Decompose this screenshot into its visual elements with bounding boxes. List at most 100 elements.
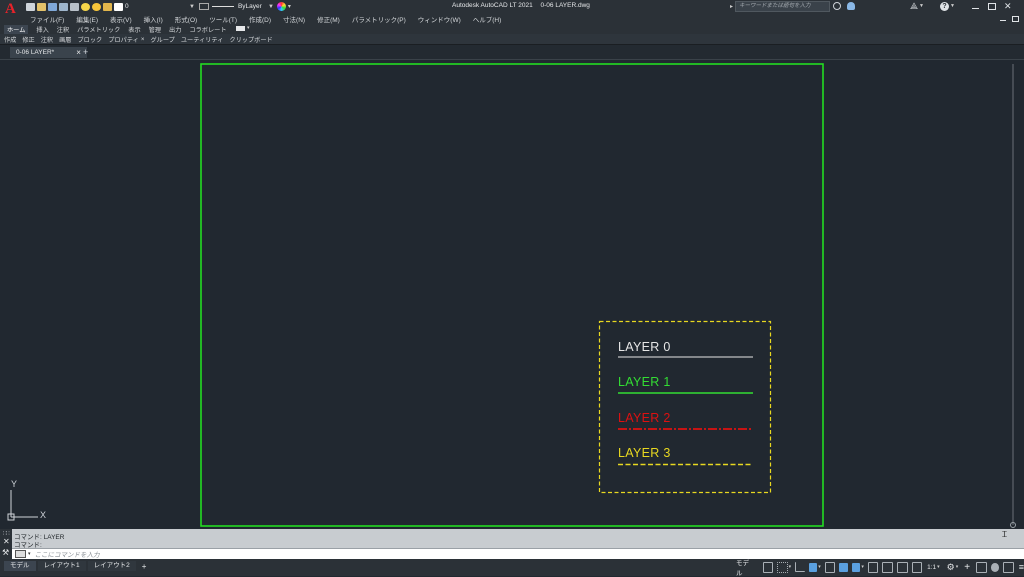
help-icon[interactable]: ? (939, 1, 949, 11)
gear-icon[interactable]: ⚙ (947, 562, 955, 573)
ribbon-toggle-icon[interactable] (236, 26, 245, 31)
customize-icon[interactable]: ▾ (288, 3, 291, 10)
layout-tab-2[interactable]: レイアウト2 (87, 561, 136, 571)
chevron-down-icon[interactable]: ▾ (861, 564, 864, 570)
restore-icon[interactable] (987, 2, 996, 10)
ribbon-panel-6[interactable]: グループ (150, 35, 174, 44)
save-icon[interactable] (48, 2, 57, 11)
exchange-icon[interactable]: ⟁ (910, 1, 918, 12)
menu-item-9[interactable]: パラメトリック(P) (352, 14, 406, 24)
chevron-down-icon[interactable]: ▾ (247, 25, 250, 31)
ribbon-panel-2[interactable]: 注釈 (41, 35, 53, 44)
chevron-down-icon[interactable]: ▾ (956, 564, 959, 570)
minimize-icon[interactable] (971, 8, 979, 9)
command-side-bar: ∷∷ ✕ ⚒ (0, 529, 12, 559)
menu-item-3[interactable]: 挿入(I) (144, 14, 163, 24)
chevron-down-icon[interactable]: ▼ (950, 3, 955, 9)
ribbon-panel-1[interactable]: 修正 (22, 35, 34, 44)
document-tab-active[interactable]: 0-06 LAYER* × (10, 47, 87, 58)
plus-icon[interactable]: + (964, 562, 970, 573)
ribbon-panel-3[interactable]: 画層 (59, 35, 71, 44)
print-icon[interactable] (70, 2, 79, 11)
new-icon[interactable] (26, 2, 35, 11)
polar-icon[interactable] (808, 562, 818, 572)
hardware-acceleration-icon[interactable] (990, 562, 1000, 572)
close-icon[interactable]: × (76, 48, 81, 57)
ribbon-panel-4[interactable]: ブロック (78, 35, 103, 44)
menu-item-0[interactable]: ファイル(F) (30, 14, 64, 24)
layout-tab-1[interactable]: レイアウト1 (37, 561, 86, 571)
chevron-down-icon[interactable]: ▾ (28, 551, 31, 557)
drawing-canvas[interactable]: LAYER 0 LAYER 1 LAYER 2 LAYER 3 Y X (0, 60, 1024, 529)
menu-item-4[interactable]: 形式(O) (175, 14, 197, 24)
chevron-down-icon[interactable]: ▼ (268, 4, 274, 10)
wrench-icon[interactable]: ⚒ (2, 548, 9, 557)
menu-item-2[interactable]: 表示(V) (110, 14, 132, 24)
ribbon-panel-8[interactable]: クリップボード (229, 35, 272, 44)
ribbon-tab-0[interactable]: ホーム (4, 24, 29, 34)
ortho-icon[interactable] (795, 562, 805, 572)
menu-item-6[interactable]: 作成(D) (249, 14, 271, 24)
legend-label-layer-1: LAYER 1 (618, 375, 671, 389)
ribbon-panel-0[interactable]: 作成 (4, 35, 16, 44)
snap-icon[interactable] (777, 561, 788, 573)
add-layout-icon[interactable]: + (142, 562, 147, 571)
isolate-objects-icon[interactable] (976, 561, 987, 573)
ribbon-panel-5[interactable]: プロパティ (108, 35, 139, 44)
command-input[interactable]: ここにコマンドを入力 (35, 549, 100, 559)
chevron-down-icon[interactable]: ▾ (937, 564, 940, 570)
ribbon-tab-6[interactable]: 出力 (169, 25, 181, 34)
search-input[interactable]: キーワードまたは語句を入力 (735, 0, 831, 12)
customization-icon[interactable]: ≡ (1019, 562, 1024, 572)
model-space-label[interactable]: モデル (736, 557, 755, 577)
new-tab-icon[interactable]: + (83, 47, 88, 57)
ribbon-tab-1[interactable]: 挿入 (36, 25, 48, 34)
ribbon-tab-7[interactable]: コラボレート (189, 25, 226, 34)
command-recent-icon[interactable] (15, 550, 26, 558)
doc-restore-icon[interactable] (1012, 15, 1019, 22)
object-snap-icon[interactable] (851, 562, 861, 572)
lineweight-icon[interactable] (867, 561, 879, 573)
ribbon-panel-7[interactable]: ユーティリティ (181, 35, 224, 44)
chevron-down-icon[interactable]: ▼ (919, 3, 924, 9)
text-cursor-icon: Ꮖ (1002, 530, 1008, 539)
grip-icon[interactable]: ∷∷ (3, 530, 10, 537)
menu-item-8[interactable]: 修正(M) (317, 14, 340, 24)
layout-tab-0[interactable]: モデル (4, 561, 36, 571)
menu-item-1[interactable]: 編集(E) (76, 14, 98, 24)
close-icon[interactable]: ✕ (1004, 1, 1012, 12)
ribbon-tab-2[interactable]: 注釈 (57, 25, 69, 34)
annotation-scale-value[interactable]: 1:1 (927, 564, 936, 571)
lock-icon[interactable] (103, 2, 112, 11)
search-icon[interactable] (833, 2, 842, 10)
menu-item-7[interactable]: 寸法(N) (283, 14, 305, 24)
linetype-dropdown-value[interactable]: ByLayer (238, 3, 268, 10)
menu-item-11[interactable]: ヘルプ(H) (473, 14, 502, 24)
clean-screen-icon[interactable] (1003, 561, 1014, 573)
ribbon-tab-4[interactable]: 表示 (128, 25, 140, 34)
light-bulb-icon[interactable] (81, 2, 90, 11)
layer-dropdown-value[interactable]: 0 (125, 3, 189, 10)
close-icon[interactable]: ✕ (3, 537, 10, 546)
open-icon[interactable] (37, 2, 46, 11)
annotation-visibility-icon[interactable] (911, 561, 923, 573)
grid-icon[interactable] (762, 561, 774, 573)
chevron-down-icon[interactable]: ▾ (789, 564, 792, 570)
object-snap-tracking-icon[interactable] (839, 562, 848, 572)
user-icon[interactable] (847, 2, 856, 10)
sun-icon[interactable] (92, 2, 101, 11)
menu-item-5[interactable]: ツール(T) (209, 14, 237, 24)
saveas-icon[interactable] (59, 2, 68, 11)
color-wheel-icon[interactable] (276, 2, 286, 11)
isodraft-icon[interactable] (824, 561, 836, 573)
ribbon-tab-3[interactable]: パラメトリック (77, 25, 120, 34)
ribbon-tab-5[interactable]: 管理 (149, 25, 161, 34)
chevron-down-icon[interactable]: ▾ (818, 564, 821, 570)
menu-item-10[interactable]: ウィンドウ(W) (418, 14, 461, 24)
panel-close-icon[interactable]: × (141, 36, 145, 43)
selection-cycling-icon[interactable] (896, 561, 908, 573)
doc-minimize-icon[interactable] (1000, 20, 1006, 21)
chevron-down-icon[interactable]: ▼ (189, 4, 195, 10)
search-chevron-icon[interactable]: ▸ (730, 3, 733, 10)
transparency-icon[interactable] (882, 561, 893, 573)
